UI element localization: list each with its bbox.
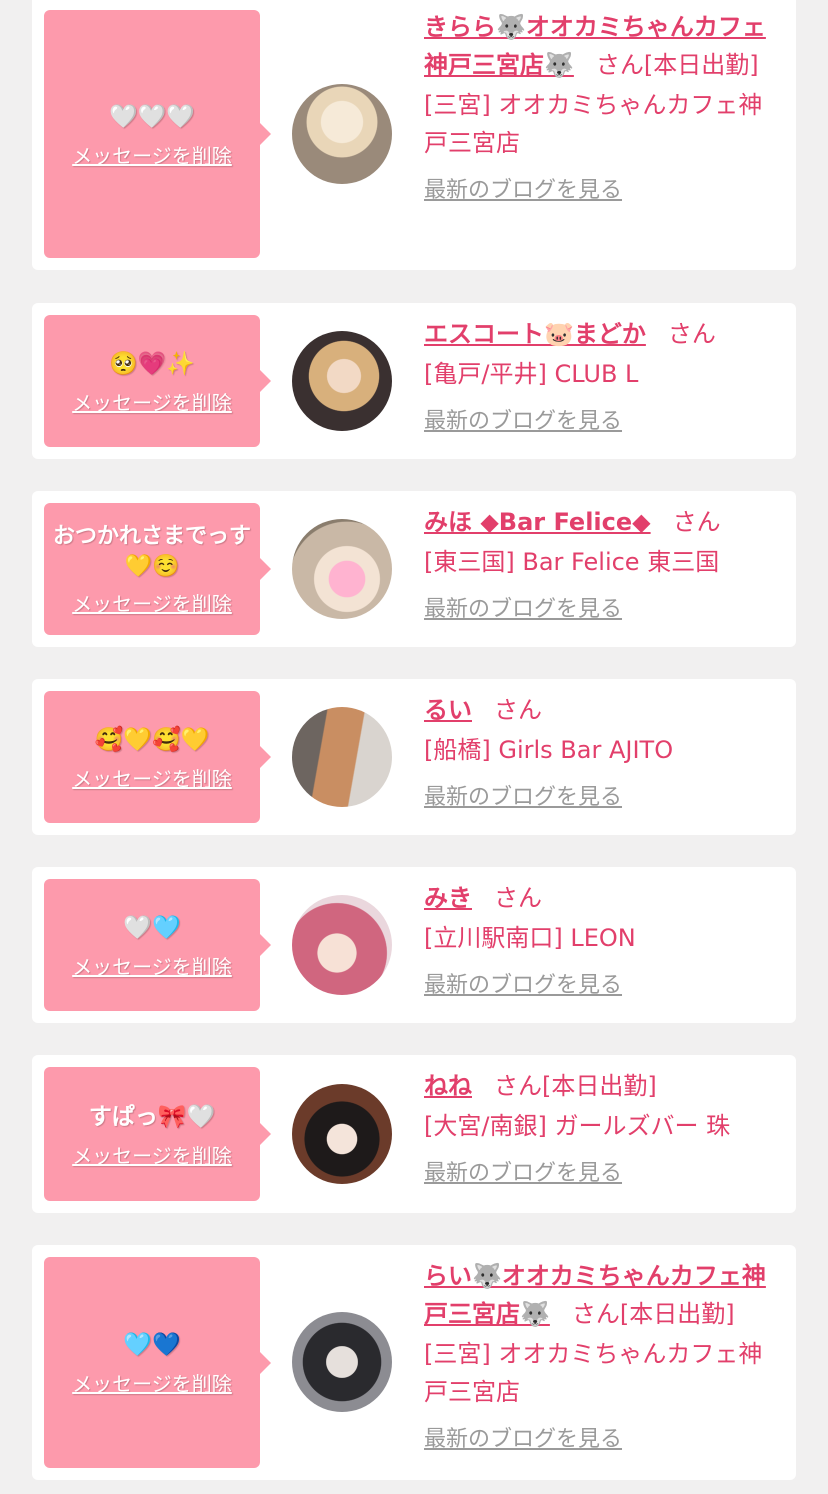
avatar[interactable] (292, 1312, 392, 1412)
attendance-badge: [本日出勤] (619, 1300, 735, 1328)
message-text: 🩵💙 (123, 1332, 181, 1358)
sender-info: るい さん [船橋] Girls Bar AJITO 最新のブログを見る (424, 691, 786, 811)
message-card: おつかれさまでっす💛☺️ メッセージを削除 みほ ◆Bar Felice◆ さん … (32, 491, 796, 647)
attendance-badge: [本日出勤] (643, 51, 759, 79)
view-latest-blog-link[interactable]: 最新のブログを見る (424, 172, 786, 204)
message-text: 🥺💗✨ (109, 350, 195, 377)
honorific: さん (494, 1072, 542, 1100)
message-card: 🥰💛🥰💛 メッセージを削除 るい さん [船橋] Girls Bar AJITO … (32, 679, 796, 835)
shop-info: [亀戸/平井] CLUB L (424, 360, 639, 388)
view-latest-blog-link[interactable]: 最新のブログを見る (424, 403, 786, 435)
message-text: 🤍🤍🤍 (109, 103, 195, 130)
message-bubble: すぱっ🎀🤍 メッセージを削除 (44, 1067, 271, 1201)
message-card: 🥺💗✨ メッセージを削除 エスコート🐷まどか さん [亀戸/平井] CLUB L … (32, 303, 796, 459)
message-card: すぱっ🎀🤍 メッセージを削除 ねね さん[本日出勤] [大宮/南銀] ガールズバー… (32, 1055, 796, 1213)
honorific: さん (595, 51, 644, 79)
sender-info: みき さん [立川駅南口] LEON 最新のブログを見る (424, 879, 786, 999)
shop-info: [三宮] オオカミちゃんカフェ神戸三宮店 (424, 1340, 763, 1406)
message-card: 🩵💙 メッセージを削除 らい🐺オオカミちゃんカフェ神戸三宮店🐺 さん[本日出勤] … (32, 1245, 796, 1480)
avatar[interactable] (292, 331, 392, 431)
avatar[interactable] (292, 895, 392, 995)
message-bubble: 🥰💛🥰💛 メッセージを削除 (44, 691, 271, 823)
message-text: おつかれさまでっす💛☺️ (52, 523, 251, 579)
delete-message-link[interactable]: メッセージを削除 (72, 1368, 232, 1397)
message-bubble: 🥺💗✨ メッセージを削除 (44, 315, 271, 447)
message-bubble: おつかれさまでっす💛☺️ メッセージを削除 (44, 503, 271, 635)
view-latest-blog-link[interactable]: 最新のブログを見る (424, 967, 786, 999)
view-latest-blog-link[interactable]: 最新のブログを見る (424, 1421, 786, 1453)
honorific: さん (672, 508, 721, 536)
sender-info: エスコート🐷まどか さん [亀戸/平井] CLUB L 最新のブログを見る (424, 315, 786, 435)
shop-info: [船橋] Girls Bar AJITO (424, 736, 674, 764)
delete-message-link[interactable]: メッセージを削除 (72, 387, 232, 416)
message-bubble: 🩵💙 メッセージを削除 (44, 1257, 271, 1468)
view-latest-blog-link[interactable]: 最新のブログを見る (424, 591, 786, 623)
sender-info: きらら🐺オオカミちゃんカフェ神戸三宮店🐺 さん[本日出勤] [三宮] オオカミちゃ… (424, 8, 786, 204)
sender-name-link[interactable]: みほ ◆Bar Felice◆ (424, 508, 651, 536)
honorific: さん (667, 320, 716, 348)
delete-message-link[interactable]: メッセージを削除 (72, 588, 232, 617)
shop-info: [大宮/南銀] ガールズバー 珠 (424, 1112, 731, 1140)
message-bubble: 🤍🤍🤍 メッセージを削除 (44, 10, 271, 258)
delete-message-link[interactable]: メッセージを削除 (72, 140, 232, 169)
sender-name-link[interactable]: るい (424, 696, 472, 724)
attendance-badge: [本日出勤] (542, 1072, 657, 1100)
message-text: 🤍🩵 (123, 914, 181, 941)
delete-message-link[interactable]: メッセージを削除 (72, 1140, 232, 1169)
sender-info: らい🐺オオカミちゃんカフェ神戸三宮店🐺 さん[本日出勤] [三宮] オオカミちゃん… (424, 1257, 786, 1453)
avatar[interactable] (292, 84, 392, 184)
delete-message-link[interactable]: メッセージを削除 (72, 763, 232, 792)
message-bubble: 🤍🩵 メッセージを削除 (44, 879, 271, 1011)
message-text: すぱっ🎀🤍 (88, 1103, 216, 1130)
message-card: 🤍🤍🤍 メッセージを削除 きらら🐺オオカミちゃんカフェ神戸三宮店🐺 さん[本日出勤… (32, 0, 796, 270)
sender-info: みほ ◆Bar Felice◆ さん [東三国] Bar Felice 東三国 最… (424, 503, 786, 623)
message-text: 🥰💛🥰💛 (94, 726, 210, 753)
sender-name-link[interactable]: エスコート🐷まどか (424, 320, 646, 348)
shop-info: [三宮] オオカミちゃんカフェ神戸三宮店 (424, 91, 763, 157)
shop-info: [東三国] Bar Felice 東三国 (424, 548, 720, 576)
sender-info: ねね さん[本日出勤] [大宮/南銀] ガールズバー 珠 最新のブログを見る (424, 1067, 786, 1187)
sender-name-link[interactable]: みき (424, 884, 472, 912)
delete-message-link[interactable]: メッセージを削除 (72, 951, 232, 980)
avatar[interactable] (292, 519, 392, 619)
avatar[interactable] (292, 1084, 392, 1184)
honorific: さん (494, 696, 542, 724)
avatar[interactable] (292, 707, 392, 807)
view-latest-blog-link[interactable]: 最新のブログを見る (424, 779, 786, 811)
message-card: 🤍🩵 メッセージを削除 みき さん [立川駅南口] LEON 最新のブログを見る (32, 867, 796, 1023)
honorific: さん (571, 1300, 620, 1328)
honorific: さん (494, 884, 542, 912)
view-latest-blog-link[interactable]: 最新のブログを見る (424, 1155, 786, 1187)
sender-name-link[interactable]: ねね (424, 1072, 472, 1100)
shop-info: [立川駅南口] LEON (424, 924, 636, 952)
